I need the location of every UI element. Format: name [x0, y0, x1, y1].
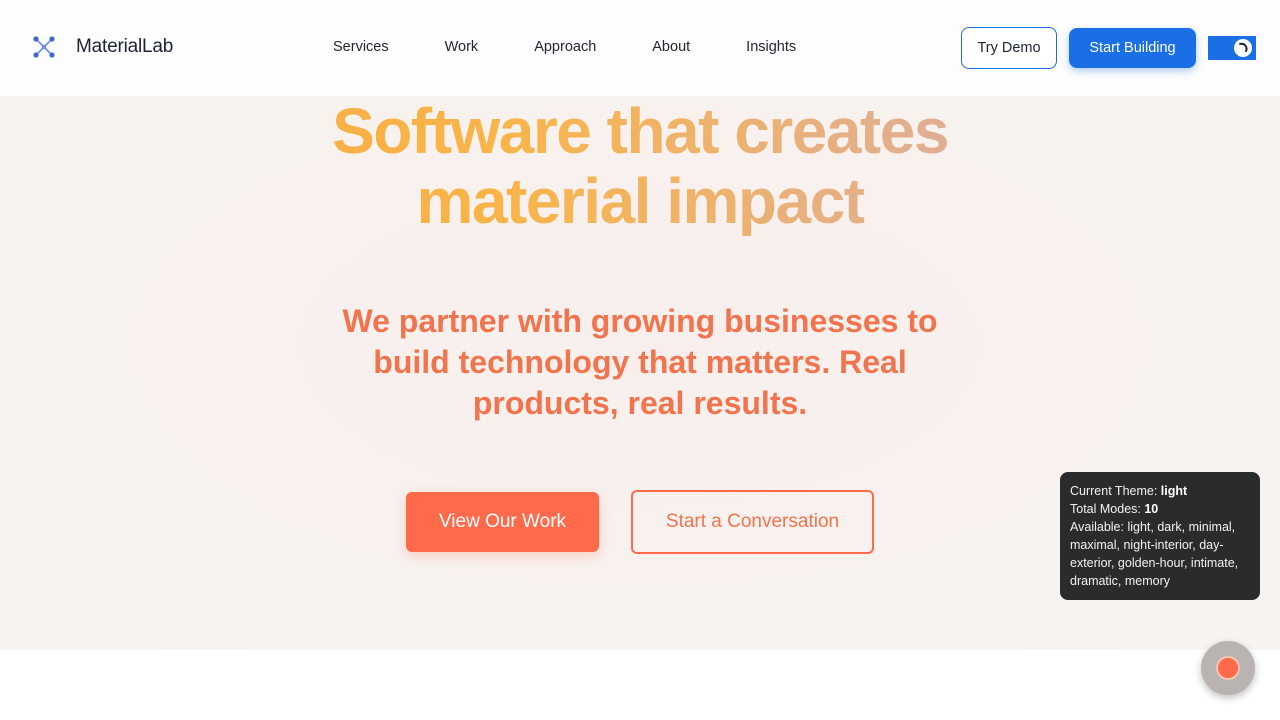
- nav-item-services[interactable]: Services: [333, 39, 389, 55]
- nav-item-approach[interactable]: Approach: [534, 39, 596, 55]
- brand-name: MaterialLab: [76, 36, 174, 57]
- current-theme-value: light: [1160, 484, 1188, 498]
- crescent-moon-icon: [1239, 42, 1248, 52]
- toggle-knob: [1234, 39, 1252, 57]
- floating-action-button[interactable]: [1201, 641, 1255, 695]
- nav-item-about[interactable]: About: [652, 39, 690, 55]
- total-modes-row: Total Modes: 10: [1070, 500, 1250, 518]
- hero-subtitle: We partner with growing businesses to bu…: [342, 303, 938, 421]
- available-label: Available:: [1070, 520, 1124, 534]
- view-our-work-button[interactable]: View Our Work: [406, 492, 599, 552]
- hero-title-line-1: Software that creates: [332, 95, 948, 167]
- start-conversation-button[interactable]: Start a Conversation: [631, 490, 874, 554]
- hero-title: Software that creates material impact: [0, 96, 1280, 236]
- nav-item-insights[interactable]: Insights: [746, 39, 796, 55]
- total-modes-label: Total Modes:: [1070, 502, 1141, 516]
- available-themes-row: Available: light, dark, minimal, maximal…: [1070, 518, 1250, 590]
- hero-title-line-2: material impact: [416, 165, 864, 237]
- site-header: MaterialLab Services Work Approach About…: [0, 0, 1280, 96]
- theme-toggle[interactable]: [1208, 36, 1256, 60]
- total-modes-value: 10: [1144, 502, 1159, 516]
- record-dot-icon: [1216, 656, 1240, 680]
- main-nav: Services Work Approach About Insights: [333, 39, 796, 55]
- nav-item-work[interactable]: Work: [445, 39, 479, 55]
- theme-info-panel: Current Theme: light Total Modes: 10 Ava…: [1060, 472, 1260, 600]
- try-demo-button[interactable]: Try Demo: [961, 27, 1057, 69]
- network-nodes-icon: [33, 36, 55, 58]
- current-theme-row: Current Theme: light: [1070, 482, 1250, 500]
- start-building-button[interactable]: Start Building: [1069, 28, 1196, 68]
- logo[interactable]: MaterialLab: [32, 34, 173, 60]
- current-theme-label: Current Theme:: [1070, 484, 1158, 498]
